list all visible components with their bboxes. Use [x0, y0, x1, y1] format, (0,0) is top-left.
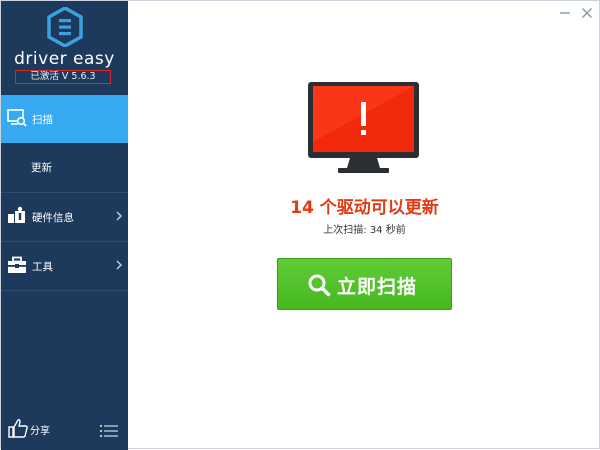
- scan-monitor-icon: [7, 109, 27, 127]
- sidebar-item-label: 工具: [32, 260, 53, 273]
- sidebar-divider: [1, 290, 128, 291]
- sidebar: driver easy 已激活 V 5.6.3 扫描 更新 硬件信息 工具 分享: [1, 1, 128, 450]
- hardware-info-icon: [8, 206, 25, 223]
- hamburger-menu-icon[interactable]: [99, 424, 119, 438]
- thumbs-up-icon: [8, 419, 28, 438]
- brand-name: driver easy: [14, 49, 115, 69]
- sidebar-item-label: 硬件信息: [32, 211, 74, 224]
- sidebar-item-hardware-info[interactable]: 硬件信息: [1, 193, 128, 241]
- minimize-icon[interactable]: [557, 5, 573, 21]
- sidebar-item-tools[interactable]: 工具: [1, 242, 128, 290]
- scan-now-button[interactable]: 立即扫描: [277, 258, 452, 310]
- driver-easy-logo-icon: [47, 7, 83, 47]
- share-label: 分享: [30, 426, 50, 437]
- sidebar-item-label: 扫描: [32, 113, 53, 126]
- sidebar-footer: 分享: [1, 411, 128, 449]
- sidebar-item-update[interactable]: 更新: [1, 143, 128, 191]
- sidebar-item-scan[interactable]: 扫描: [1, 95, 128, 143]
- version-label: 已激活 V 5.6.3: [15, 70, 111, 84]
- search-icon: [308, 274, 331, 297]
- last-scan-time: 上次扫描: 34 秒前: [323, 225, 406, 236]
- chevron-right-icon: [116, 260, 122, 270]
- alert-monitor-icon: [308, 82, 419, 173]
- toolbox-icon: [8, 256, 26, 273]
- app-window: driver easy 已激活 V 5.6.3 扫描 更新 硬件信息 工具 分享…: [0, 0, 600, 450]
- scan-now-label: 立即扫描: [337, 276, 418, 298]
- drivers-available-headline: 14 个驱动可以更新: [290, 198, 439, 218]
- logo-area: driver easy 已激活 V 5.6.3: [1, 1, 128, 95]
- share-button[interactable]: 分享: [1, 411, 61, 449]
- close-icon[interactable]: [579, 5, 595, 21]
- sidebar-item-label: 更新: [31, 161, 52, 174]
- chevron-right-icon: [116, 211, 122, 221]
